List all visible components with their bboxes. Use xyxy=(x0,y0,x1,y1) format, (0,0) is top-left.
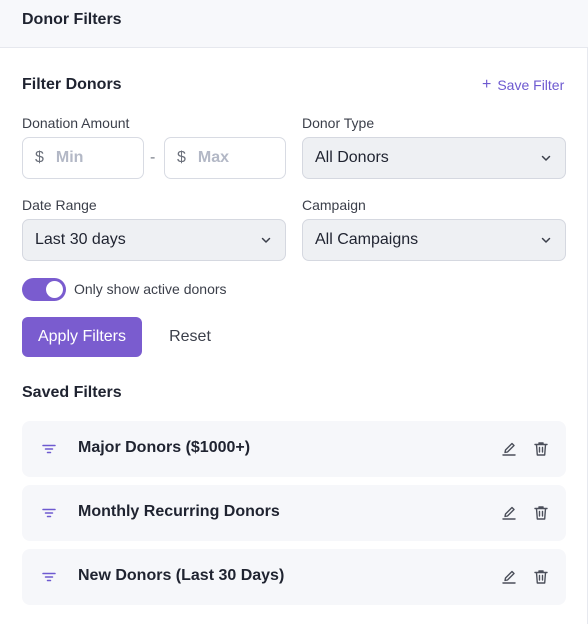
max-amount-placeholder: Max xyxy=(197,149,230,166)
active-donors-toggle-label: Only show active donors xyxy=(74,281,227,297)
edit-icon[interactable] xyxy=(500,568,518,586)
panel-title: Donor Filters xyxy=(22,11,122,28)
edit-icon[interactable] xyxy=(500,504,518,522)
donation-amount-label: Donation Amount xyxy=(22,115,130,131)
campaign-label: Campaign xyxy=(302,197,366,213)
saved-filter-name: New Donors (Last 30 Days) xyxy=(78,567,285,584)
donor-type-label: Donor Type xyxy=(302,115,375,131)
apply-filters-button[interactable]: Apply Filters xyxy=(22,317,142,357)
saved-filter-name: Major Donors ($1000+) xyxy=(78,439,251,456)
save-filter-button[interactable]: + Save Filter xyxy=(482,76,565,94)
date-range-select[interactable]: Last 30 days xyxy=(22,219,286,261)
date-range-label: Date Range xyxy=(22,197,97,213)
saved-filter-item[interactable]: Monthly Recurring Donors xyxy=(22,485,566,541)
reset-button[interactable]: Reset xyxy=(158,317,222,357)
trash-icon[interactable] xyxy=(532,440,550,458)
chevron-down-icon xyxy=(541,237,551,243)
filter-icon xyxy=(42,508,56,518)
saved-filter-item[interactable]: New Donors (Last 30 Days) xyxy=(22,549,566,605)
donor-type-value: All Donors xyxy=(315,149,389,166)
filter-icon xyxy=(42,444,56,454)
range-separator: - xyxy=(150,149,156,166)
plus-icon: + xyxy=(482,76,492,93)
panel-header: Donor Filters xyxy=(0,0,588,48)
date-range-value: Last 30 days xyxy=(35,231,126,248)
saved-filters-title: Saved Filters xyxy=(22,384,122,401)
min-amount-placeholder: Min xyxy=(55,149,84,166)
campaign-select[interactable]: All Campaigns xyxy=(302,219,566,261)
saved-filter-name: Monthly Recurring Donors xyxy=(78,503,280,520)
active-donors-toggle[interactable] xyxy=(22,278,66,301)
donor-type-select[interactable]: All Donors xyxy=(302,137,566,179)
chevron-down-icon xyxy=(541,155,551,161)
filter-section-title: Filter Donors xyxy=(22,76,122,93)
saved-filter-item[interactable]: Major Donors ($1000+) xyxy=(22,421,566,477)
toggle-knob xyxy=(46,281,63,298)
chevron-down-icon xyxy=(261,237,271,243)
currency-symbol: $ xyxy=(35,149,44,166)
min-amount-input[interactable]: $ Min xyxy=(22,137,144,179)
edit-icon[interactable] xyxy=(500,440,518,458)
max-amount-input[interactable]: $ Max xyxy=(164,137,286,179)
trash-icon[interactable] xyxy=(532,504,550,522)
filter-icon xyxy=(42,572,56,582)
campaign-value: All Campaigns xyxy=(315,231,419,248)
save-filter-label: Save Filter xyxy=(497,77,565,93)
trash-icon[interactable] xyxy=(532,568,550,586)
donor-filters-panel: Donor Filters Filter Donors + Save Filte… xyxy=(0,0,588,624)
currency-symbol: $ xyxy=(177,149,186,166)
